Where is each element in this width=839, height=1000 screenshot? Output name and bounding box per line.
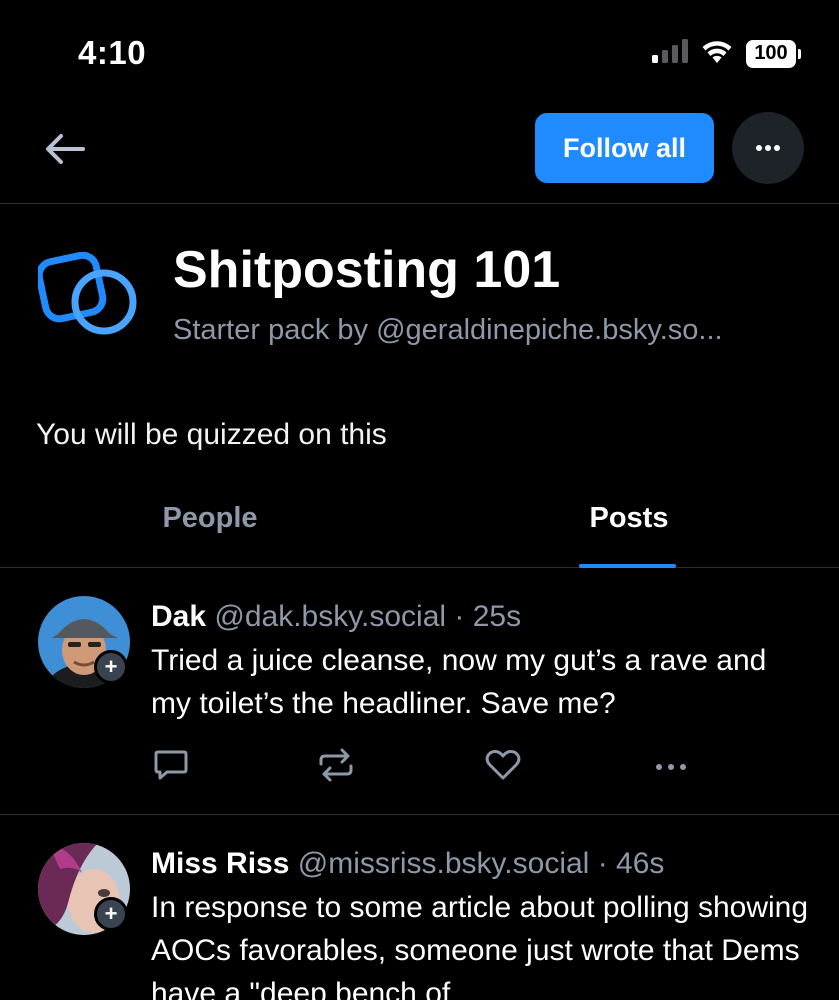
active-tab-indicator: [579, 564, 676, 568]
nav-bar: Follow all: [0, 100, 839, 204]
back-button[interactable]: [38, 124, 92, 178]
post-text: Tried a juice cleanse, now my gut’s a ra…: [151, 644, 767, 720]
follow-all-button[interactable]: Follow all: [535, 113, 714, 183]
wifi-icon: [700, 38, 734, 69]
reply-icon: [153, 748, 189, 787]
post-meta: Miss Riss @missriss.bsky.social · 46s: [151, 844, 811, 884]
signal-icon: [652, 39, 688, 68]
arrow-left-icon: [43, 132, 87, 171]
post-text: In response to some article about pollin…: [151, 891, 809, 1000]
heart-icon: [485, 749, 521, 786]
meta-separator: ·: [454, 600, 465, 633]
post-content: Miss Riss @missriss.bsky.social · 46s In…: [151, 844, 811, 1000]
page-title: Shitposting 101: [173, 241, 561, 299]
author-name[interactable]: Dak: [151, 600, 206, 633]
pack-author-link[interactable]: Starter pack by @geraldinepiche.bsky.so.…: [173, 314, 723, 347]
author-handle[interactable]: @dak.bsky.social: [214, 600, 446, 633]
reply-button[interactable]: [151, 747, 191, 787]
post-more-button[interactable]: [651, 747, 691, 787]
repost-button[interactable]: [316, 747, 356, 787]
status-icons: 100: [652, 38, 801, 69]
pack-description: You will be quizzed on this: [36, 418, 387, 451]
author-handle[interactable]: @missriss.bsky.social: [298, 847, 590, 880]
post-item[interactable]: + Dak @dak.bsky.social · 25s Tried a jui…: [0, 569, 839, 815]
post-item[interactable]: + Miss Riss @missriss.bsky.social · 46s …: [0, 816, 839, 1000]
post-actions: [151, 747, 711, 787]
starter-pack-header: Shitposting 101 Starter pack by @geraldi…: [0, 204, 839, 404]
author-name[interactable]: Miss Riss: [151, 847, 289, 880]
post-timestamp[interactable]: 25s: [473, 600, 521, 633]
status-bar: 4:10 100: [0, 0, 839, 100]
follow-plus-badge[interactable]: +: [94, 897, 128, 931]
battery-level: 100: [746, 39, 796, 68]
battery-cap: [798, 48, 801, 59]
tab-bar: People Posts: [0, 486, 839, 568]
status-time: 4:10: [78, 34, 147, 71]
post-timestamp[interactable]: 46s: [616, 847, 664, 880]
follow-plus-badge[interactable]: +: [94, 650, 128, 684]
meta-separator: ·: [597, 847, 608, 880]
ellipsis-icon: [653, 758, 689, 776]
battery-icon: 100: [746, 39, 801, 68]
more-options-button[interactable]: [732, 112, 804, 184]
like-button[interactable]: [483, 747, 523, 787]
ellipsis-icon: [755, 139, 781, 157]
repost-icon: [317, 748, 355, 787]
starter-pack-icon: [35, 251, 138, 342]
tab-people[interactable]: People: [0, 486, 420, 568]
tab-posts[interactable]: Posts: [419, 486, 839, 568]
avatar-container[interactable]: +: [38, 596, 130, 688]
post-meta: Dak @dak.bsky.social · 25s: [151, 597, 811, 637]
post-content: Dak @dak.bsky.social · 25s Tried a juice…: [151, 597, 811, 725]
avatar-container[interactable]: +: [38, 843, 130, 935]
